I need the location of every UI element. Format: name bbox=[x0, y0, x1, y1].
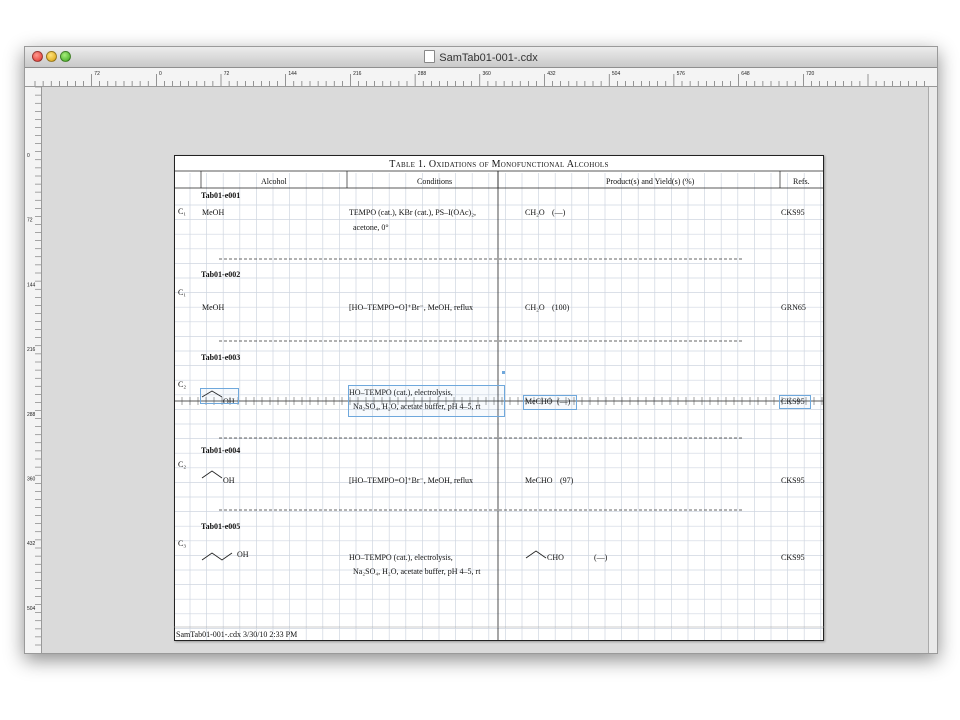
vertical-ruler[interactable]: 072144216288360432504576 bbox=[25, 86, 42, 653]
horizontal-ruler-ticks: 72 0 72 144 216 288 360 432 504 576 648 720 bbox=[34, 71, 925, 86]
ruler-label: 504 bbox=[27, 606, 36, 612]
ruler-label: 576 bbox=[677, 71, 686, 77]
propanol-structure[interactable] bbox=[201, 549, 239, 563]
product-name: CH₂O bbox=[525, 208, 545, 217]
carbon-count: C₃ bbox=[178, 539, 187, 548]
product-selection-box[interactable] bbox=[523, 395, 577, 410]
conditions-line: acetone, 0° bbox=[353, 223, 389, 232]
ruler-label: 648 bbox=[741, 71, 750, 77]
entry-id: Tab01-e005 bbox=[201, 522, 241, 531]
entry-id: Tab01-e003 bbox=[201, 353, 241, 362]
reference: CKS95 bbox=[781, 553, 805, 562]
conditions-line: [HO–TEMPO=O]⁺Br⁻, MeOH, reflux bbox=[349, 303, 474, 312]
conditions-line: HO–TEMPO (cat.), electrolysis, bbox=[349, 553, 453, 562]
product-name: CH₂O bbox=[525, 303, 545, 312]
conditions-line: Na₂SO₄, H₂O, acetate buffer, pH 4–5, rt bbox=[353, 567, 481, 576]
ruler-label: 216 bbox=[27, 347, 36, 353]
ruler-label: 360 bbox=[27, 477, 36, 483]
header-alcohol: Alcohol bbox=[261, 177, 287, 186]
ruler-label: 0 bbox=[159, 71, 162, 77]
conditions-selection-box[interactable] bbox=[348, 385, 505, 417]
product-yield: (—) bbox=[552, 208, 566, 217]
horizontal-ruler[interactable]: 72 0 72 144 216 288 360 432 504 576 648 720 bbox=[25, 68, 937, 87]
conditions-line: TEMPO (cat.), KBr (cat.), PS–I(OAc)₂, bbox=[349, 208, 476, 217]
product-yield: (97) bbox=[560, 476, 574, 485]
carbon-count: C₁ bbox=[178, 288, 187, 297]
header-products: Product(s) and Yield(s) (%) bbox=[606, 177, 695, 186]
header-conditions: Conditions bbox=[417, 177, 453, 186]
ruler-label: 288 bbox=[27, 412, 36, 418]
ruler-label: 72 bbox=[94, 71, 100, 77]
propanal-structure[interactable] bbox=[525, 547, 549, 561]
reference: CKS95 bbox=[781, 476, 805, 485]
ruler-label: 144 bbox=[27, 282, 36, 288]
document-canvas[interactable]: Table 1. Oxidations of Monofunctional Al… bbox=[42, 87, 928, 653]
entry-id: Tab01-e002 bbox=[201, 270, 241, 279]
alcohol-name: OH bbox=[237, 550, 249, 559]
carbon-count: C₂ bbox=[178, 460, 187, 469]
carbon-count: C₂ bbox=[178, 380, 187, 389]
ruler-label: 360 bbox=[483, 71, 492, 77]
alcohol-name: MeOH bbox=[202, 208, 225, 217]
vertical-ruler-ticks: 072144216288360432504576 bbox=[27, 86, 41, 646]
alcohol-name: MeOH bbox=[202, 303, 225, 312]
entry-id: Tab01-e004 bbox=[201, 446, 241, 455]
title-bar[interactable]: SamTab01-001-.cdx bbox=[25, 47, 937, 68]
ruler-label: 144 bbox=[288, 71, 297, 77]
ruler-label: 216 bbox=[353, 71, 362, 77]
ruler-label: 432 bbox=[27, 541, 36, 547]
table-sheet[interactable]: Table 1. Oxidations of Monofunctional Al… bbox=[174, 155, 824, 641]
alcohol-name: OH bbox=[223, 476, 235, 485]
reference-selection-box[interactable] bbox=[779, 395, 811, 409]
document-icon bbox=[424, 50, 436, 63]
conditions-line: [HO–TEMPO=O]⁺Br⁻, MeOH, reflux bbox=[349, 476, 474, 485]
ruler-label: 432 bbox=[547, 71, 556, 77]
entry-id: Tab01-e001 bbox=[201, 191, 241, 200]
product-yield: (100) bbox=[552, 303, 570, 312]
product-name: CHO bbox=[547, 553, 564, 562]
product-name: MeCHO bbox=[525, 476, 553, 485]
file-footer: SamTab01-001-.cdx 3/30/10 2:33 PM bbox=[176, 630, 298, 639]
ruler-label: 720 bbox=[806, 71, 815, 77]
structure-selection-box[interactable] bbox=[200, 388, 239, 404]
rotation-handle[interactable] bbox=[502, 371, 505, 374]
reference: CKS95 bbox=[781, 208, 805, 217]
vertical-scrollbar[interactable] bbox=[928, 87, 937, 653]
table-title: Table 1. Oxidations of Monofunctional Al… bbox=[389, 159, 609, 170]
carbon-count: C₁ bbox=[178, 207, 187, 216]
ruler-label: 288 bbox=[418, 71, 427, 77]
ruler-label: 504 bbox=[612, 71, 621, 77]
product-yield: (—) bbox=[594, 553, 608, 562]
ethanol-structure[interactable] bbox=[201, 467, 225, 481]
header-refs: Refs. bbox=[793, 177, 810, 186]
ruler-label: 0 bbox=[27, 153, 30, 159]
window-title-text: SamTab01-001-.cdx bbox=[439, 52, 538, 64]
ruler-label: 72 bbox=[27, 218, 33, 224]
ruler-label: 72 bbox=[224, 71, 230, 77]
window-title: SamTab01-001-.cdx bbox=[25, 50, 937, 64]
app-window: SamTab01-001-.cdx 72 0 72 144 216 288 360 432 50… bbox=[24, 46, 938, 654]
reference: GRN65 bbox=[781, 303, 806, 312]
